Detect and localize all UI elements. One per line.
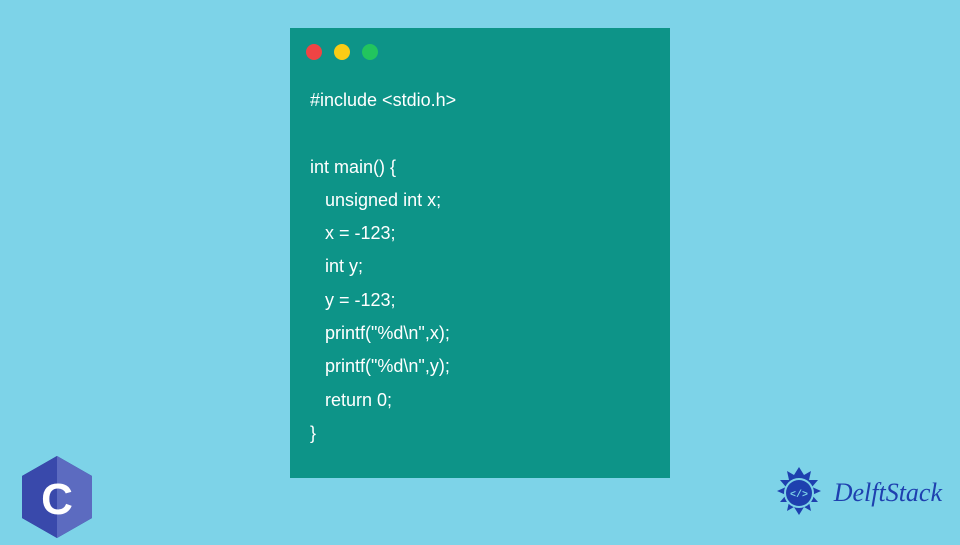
code-line: int y; bbox=[310, 256, 363, 276]
code-line: return 0; bbox=[310, 390, 392, 410]
svg-text:C: C bbox=[41, 475, 73, 524]
svg-text:</>: </> bbox=[790, 489, 808, 501]
delftstack-brand-text: DelftStack bbox=[834, 478, 942, 508]
code-window: #include <stdio.h> int main() { unsigned… bbox=[290, 28, 670, 478]
code-line: } bbox=[310, 423, 316, 443]
code-block: #include <stdio.h> int main() { unsigned… bbox=[310, 84, 650, 450]
code-line: printf("%d\n",y); bbox=[310, 356, 450, 376]
code-line: int main() { bbox=[310, 157, 396, 177]
c-language-logo-icon: C bbox=[18, 454, 96, 540]
code-line: y = -123; bbox=[310, 290, 396, 310]
rosette-icon: </> bbox=[770, 464, 828, 522]
maximize-icon bbox=[362, 44, 378, 60]
code-line: printf("%d\n",x); bbox=[310, 323, 450, 343]
code-line: x = -123; bbox=[310, 223, 396, 243]
window-controls bbox=[306, 44, 650, 60]
minimize-icon bbox=[334, 44, 350, 60]
delftstack-logo: </> DelftStack bbox=[770, 464, 942, 522]
close-icon bbox=[306, 44, 322, 60]
code-line: #include <stdio.h> bbox=[310, 90, 456, 110]
code-line: unsigned int x; bbox=[310, 190, 441, 210]
